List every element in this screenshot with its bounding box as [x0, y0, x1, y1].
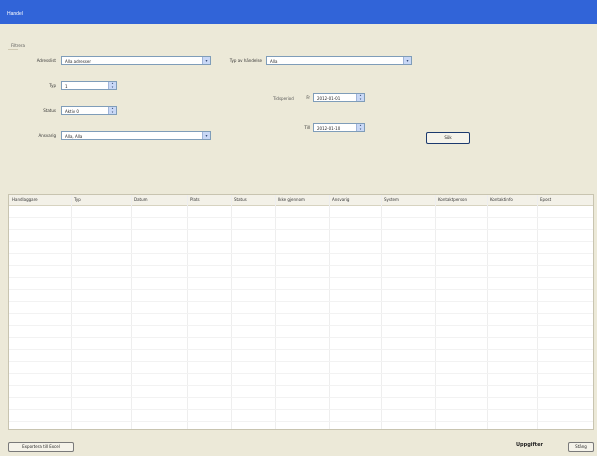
column-header[interactable]: Plats [187, 195, 200, 205]
search-button[interactable]: Sök [426, 132, 470, 144]
title-bar: Handel [0, 0, 597, 24]
column-header[interactable]: Status [231, 195, 247, 205]
status-text: Uppgifter [516, 442, 543, 448]
column-header[interactable]: Handlaggare [9, 195, 38, 205]
row-divider [9, 349, 593, 350]
responsible-dropdown[interactable]: Alla, Alla ▾ [61, 131, 211, 140]
row-divider [9, 265, 593, 266]
type-label: Typ [49, 83, 56, 88]
export-button[interactable]: Exportera till Excel [8, 442, 74, 452]
date-from-label: Fr [306, 95, 310, 100]
row-divider [9, 421, 593, 422]
address-list-label: Adresslist [36, 58, 56, 63]
column-divider [329, 195, 330, 429]
row-divider [9, 373, 593, 374]
chevron-down-icon[interactable]: ▾ [202, 132, 210, 139]
grid-header: Handlaggare Typ Datum Plats Status Ikke … [9, 195, 593, 206]
row-divider [9, 313, 593, 314]
row-divider [9, 277, 593, 278]
date-from-picker[interactable]: 2012-01-01 ▴ ▾ [313, 93, 365, 102]
event-type-label: Typ av händelse [229, 58, 262, 63]
status-spinner[interactable]: Aktiv 0 ▴ ▾ [61, 106, 117, 115]
chevron-down-icon[interactable]: ▾ [403, 57, 411, 64]
row-divider [9, 325, 593, 326]
column-header[interactable]: Typ [71, 195, 81, 205]
spin-arrows-icon[interactable]: ▴ ▾ [356, 94, 364, 101]
row-divider [9, 289, 593, 290]
status-value: Aktiv 0 [65, 109, 79, 114]
event-type-dropdown[interactable]: Alla ▾ [266, 56, 412, 65]
column-header[interactable]: Ikke gjennom [275, 195, 305, 205]
event-type-value: Alla [270, 59, 278, 64]
date-to-value: 2012-01-10 [317, 126, 341, 131]
column-header[interactable]: Kontaktperson [435, 195, 467, 205]
spin-arrows-icon[interactable]: ▴ ▾ [108, 107, 116, 114]
row-divider [9, 361, 593, 362]
spin-arrows-icon[interactable]: ▴ ▾ [108, 82, 116, 89]
column-divider [71, 195, 72, 429]
type-spinner[interactable]: 1 ▴ ▾ [61, 81, 117, 90]
app-body: Filtrera Adresslist Alla adresser ▾ Typ … [0, 24, 597, 456]
row-divider [9, 337, 593, 338]
row-divider [9, 397, 593, 398]
date-from-value: 2012-01-01 [317, 96, 341, 101]
column-header[interactable]: Datum [131, 195, 148, 205]
status-label: Status [43, 108, 56, 113]
column-header[interactable]: Kontaktinfo [487, 195, 513, 205]
row-divider [9, 241, 593, 242]
chevron-down-icon[interactable]: ▾ [202, 57, 210, 64]
column-divider [381, 195, 382, 429]
column-divider [187, 195, 188, 429]
row-divider [9, 301, 593, 302]
address-list-value: Alla adresser [65, 59, 91, 64]
column-divider [131, 195, 132, 429]
row-divider [9, 217, 593, 218]
spin-arrows-icon[interactable]: ▴ ▾ [356, 124, 364, 131]
column-divider [231, 195, 232, 429]
date-to-picker[interactable]: 2012-01-10 ▴ ▾ [313, 123, 365, 132]
column-divider [435, 195, 436, 429]
results-grid[interactable]: Handlaggare Typ Datum Plats Status Ikke … [8, 194, 594, 430]
row-divider [9, 253, 593, 254]
column-divider [487, 195, 488, 429]
column-header[interactable]: Ansvarig [329, 195, 349, 205]
row-divider [9, 409, 593, 410]
close-button[interactable]: Stäng [568, 442, 594, 452]
filter-group-line [8, 49, 18, 50]
responsible-value: Alla, Alla [65, 134, 83, 139]
row-divider [9, 385, 593, 386]
type-value: 1 [65, 84, 68, 89]
column-divider [537, 195, 538, 429]
column-header[interactable]: System [381, 195, 399, 205]
column-header[interactable]: Epost [537, 195, 551, 205]
address-list-dropdown[interactable]: Alla adresser ▾ [61, 56, 211, 65]
window-title: Handel [7, 11, 23, 17]
responsible-label: Ansvarig [38, 133, 56, 138]
date-to-label: Till [304, 125, 310, 130]
filter-group-label: Filtrera [11, 43, 25, 48]
column-divider [275, 195, 276, 429]
row-divider [9, 229, 593, 230]
